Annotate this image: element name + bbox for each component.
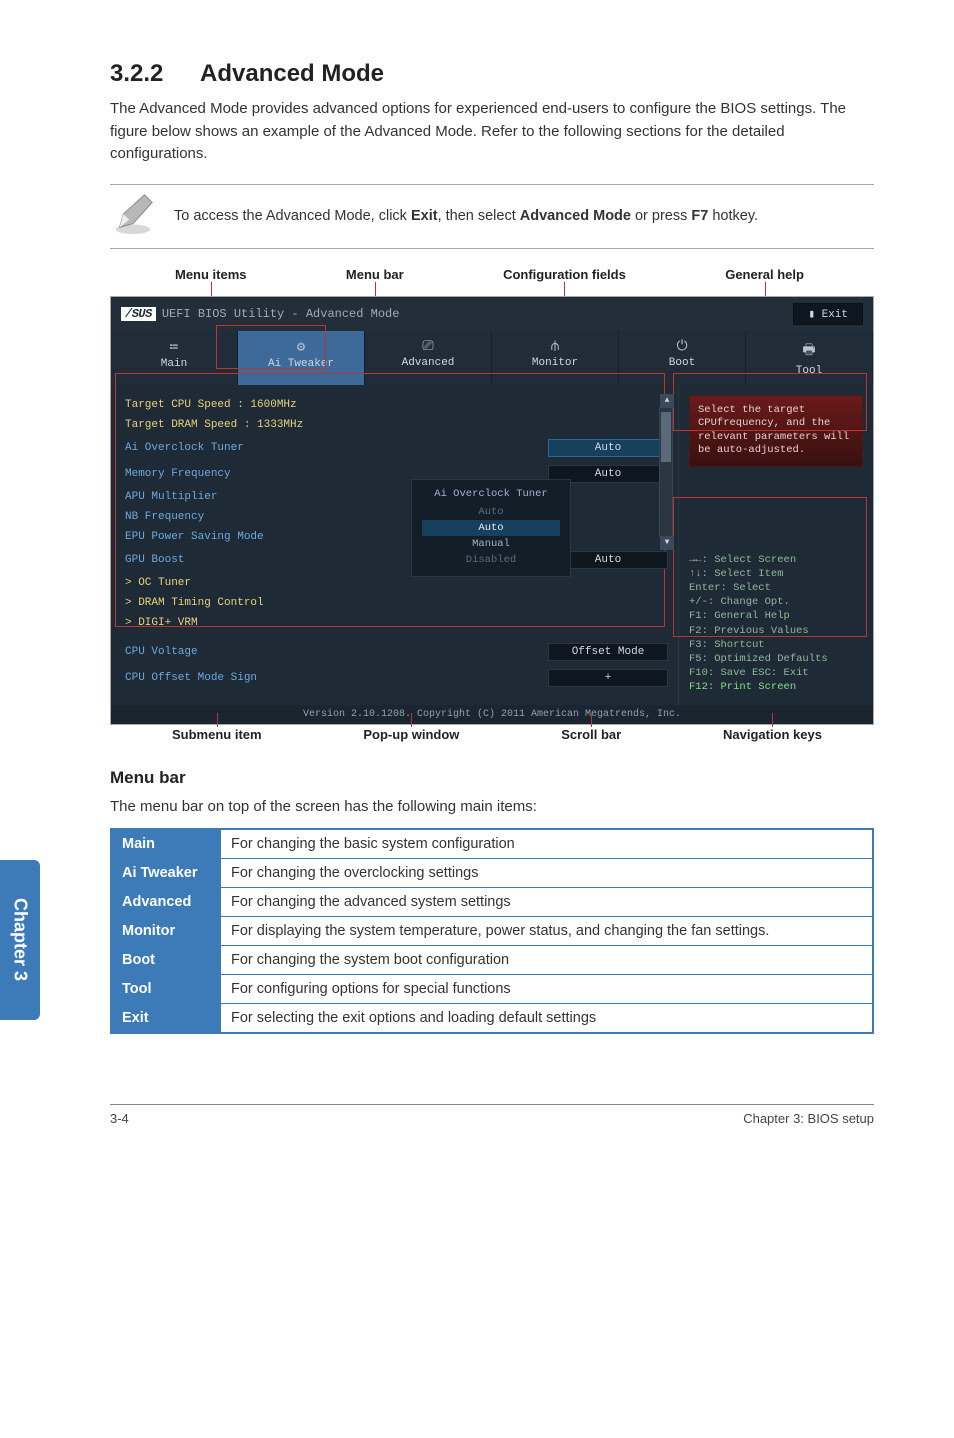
menu-desc: For changing the basic system configurat…	[221, 829, 873, 859]
menu-name: Ai Tweaker	[111, 859, 221, 888]
menu-desc: For displaying the system temperature, p…	[221, 917, 873, 946]
menubar-intro: The menu bar on top of the screen has th…	[110, 796, 874, 819]
bios-title-text: UEFI BIOS Utility - Advanced Mode	[162, 307, 400, 321]
callout-submenu-item: Submenu item	[172, 727, 262, 742]
page-footer: 3-4 Chapter 3: BIOS setup	[110, 1104, 874, 1126]
bios-screenshot: /SUS UEFI BIOS Utility - Advanced Mode ▮ …	[110, 296, 874, 725]
callout-navigation-keys: Navigation keys	[723, 727, 822, 742]
bios-settings-pane: Target CPU Speed : 1600MHz Target DRAM S…	[111, 385, 678, 705]
callout-popup-window: Pop-up window	[363, 727, 459, 742]
menu-desc: For configuring options for special func…	[221, 975, 873, 1004]
scroll-bar[interactable]: ▲ ▼	[659, 407, 673, 537]
scroll-up-icon[interactable]: ▲	[660, 394, 674, 408]
row-epu[interactable]: EPU Power Saving Mode	[125, 527, 668, 547]
table-row: AdvancedFor changing the advanced system…	[111, 888, 873, 917]
tab-main[interactable]: ≔Main	[111, 331, 238, 385]
tab-tool[interactable]: 🖶Tool	[746, 331, 873, 385]
menubar-heading: Menu bar	[110, 768, 874, 788]
power-icon: ⏻	[623, 339, 741, 355]
tool-icon: 🖶	[750, 339, 868, 363]
popup-option[interactable]: Manual	[422, 536, 560, 552]
row-memory-freq[interactable]: Memory FrequencyAuto	[125, 461, 668, 487]
menu-name: Tool	[111, 975, 221, 1004]
intro-paragraph: The Advanced Mode provides advanced opti…	[110, 98, 874, 166]
scroll-down-icon[interactable]: ▼	[660, 536, 674, 550]
fld-target-dram: Target DRAM Speed : 1333MHz	[125, 419, 303, 431]
fld-target-cpu: Target CPU Speed : 1600MHz	[125, 399, 297, 411]
exit-button[interactable]: ▮ Exit	[793, 303, 863, 325]
row-gpu-boost[interactable]: GPU BoostAuto	[125, 547, 668, 573]
row-oc-tuner[interactable]: OC Tuner	[125, 573, 668, 593]
navigation-keys: →←: Select Screen ↑↓: Select Item Enter:…	[689, 553, 863, 695]
pencil-note-icon	[110, 191, 156, 242]
menu-desc: For changing the advanced system setting…	[221, 888, 873, 917]
gear-icon: ⚙	[242, 339, 360, 356]
popup-option-selected[interactable]: Auto	[422, 520, 560, 536]
table-row: ExitFor selecting the exit options and l…	[111, 1004, 873, 1034]
popup-window[interactable]: Ai Overclock Tuner Auto Auto Manual Disa…	[411, 479, 571, 577]
bios-title-left: /SUS UEFI BIOS Utility - Advanced Mode	[121, 307, 399, 321]
row-nb-freq[interactable]: NB Frequency	[125, 507, 668, 527]
note-callout: To access the Advanced Mode, click Exit,…	[110, 184, 874, 249]
section-number: 3.2.2	[110, 60, 200, 88]
menu-name: Advanced	[111, 888, 221, 917]
table-row: ToolFor configuring options for special …	[111, 975, 873, 1004]
scroll-thumb[interactable]	[661, 412, 671, 462]
section-title: Advanced Mode	[200, 60, 384, 87]
callout-general-help: General help	[725, 267, 804, 282]
tab-ai-tweaker[interactable]: ⚙Ai Tweaker	[238, 331, 365, 385]
row-cpu-voltage[interactable]: CPU VoltageOffset Mode	[125, 639, 668, 665]
menu-name: Exit	[111, 1004, 221, 1034]
screen-gear-icon: ⎚	[369, 339, 487, 355]
gauge-icon: ⫛	[496, 339, 614, 355]
callout-menu-items: Menu items	[175, 267, 247, 282]
table-row: MonitorFor displaying the system tempera…	[111, 917, 873, 946]
list-icon: ≔	[115, 339, 233, 356]
page-number: 3-4	[110, 1111, 129, 1126]
bios-title-bar: /SUS UEFI BIOS Utility - Advanced Mode ▮ …	[111, 297, 873, 331]
table-row: Ai TweakerFor changing the overclocking …	[111, 859, 873, 888]
row-offset-sign[interactable]: CPU Offset Mode Sign+	[125, 665, 668, 691]
asus-logo: /SUS	[121, 307, 156, 321]
tab-monitor[interactable]: ⫛Monitor	[492, 331, 619, 385]
bios-menu-bar: ≔Main ⚙Ai Tweaker ⎚Advanced ⫛Monitor ⏻Bo…	[111, 331, 873, 385]
general-help-box: Select the target CPUfrequency, and the …	[689, 395, 863, 468]
row-apu-mult[interactable]: APU Multiplier	[125, 487, 668, 507]
menu-name: Monitor	[111, 917, 221, 946]
menu-desc: For changing the system boot configurati…	[221, 946, 873, 975]
table-row: BootFor changing the system boot configu…	[111, 946, 873, 975]
menu-desc: For selecting the exit options and loadi…	[221, 1004, 873, 1034]
tab-boot[interactable]: ⏻Boot	[619, 331, 746, 385]
callout-menu-bar: Menu bar	[346, 267, 404, 282]
tab-advanced[interactable]: ⎚Advanced	[365, 331, 492, 385]
popup-title: Ai Overclock Tuner	[422, 488, 560, 500]
bottom-callout-row: Submenu item Pop-up window Scroll bar Na…	[110, 727, 874, 742]
row-ai-overclock[interactable]: Ai Overclock TunerAuto	[125, 435, 668, 461]
menu-name: Boot	[111, 946, 221, 975]
val-ai-overclock[interactable]: Auto	[548, 439, 668, 457]
chapter-label: Chapter 3: BIOS setup	[743, 1111, 874, 1126]
note-text: To access the Advanced Mode, click Exit,…	[174, 208, 758, 224]
section-heading: 3.2.2Advanced Mode	[110, 60, 874, 88]
row-digi-vrm[interactable]: DIGI+ VRM	[125, 613, 668, 633]
menu-desc: For changing the overclocking settings	[221, 859, 873, 888]
popup-option[interactable]: Auto	[422, 504, 560, 520]
table-row: MainFor changing the basic system config…	[111, 829, 873, 859]
menu-name: Main	[111, 829, 221, 859]
menu-bar-table: MainFor changing the basic system config…	[110, 828, 874, 1034]
val-cpu-voltage[interactable]: Offset Mode	[548, 643, 668, 661]
bios-footer: Version 2.10.1208. Copyright (C) 2011 Am…	[111, 705, 873, 724]
row-dram-timing[interactable]: DRAM Timing Control	[125, 593, 668, 613]
top-callout-row: Menu items Menu bar Configuration fields…	[110, 261, 874, 282]
callout-config-fields: Configuration fields	[503, 267, 626, 282]
val-offset-sign[interactable]: +	[548, 669, 668, 687]
popup-option[interactable]: Disabled	[422, 552, 560, 568]
callout-scroll-bar: Scroll bar	[561, 727, 621, 742]
